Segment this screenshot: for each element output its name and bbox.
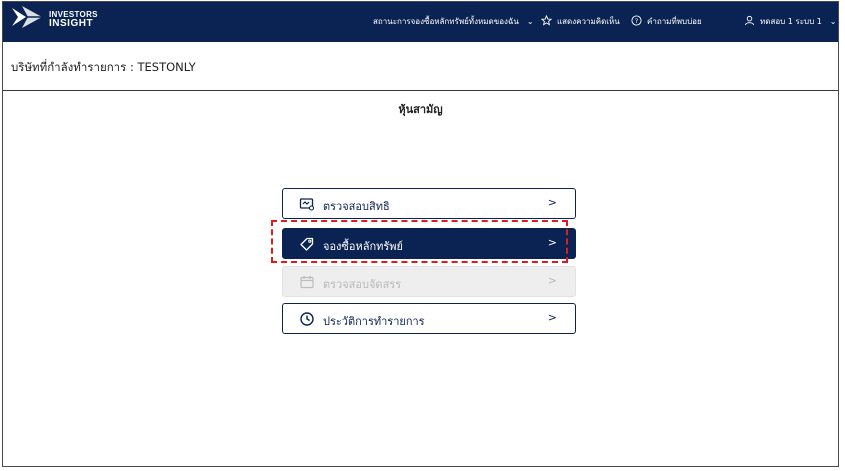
nav-user-menu[interactable]: ทดสอบ 1 ระบบ 1 ⌄ [744, 15, 837, 28]
chevron-down-icon: ⌄ [526, 17, 534, 26]
tag-icon [299, 236, 315, 252]
menu-check-rights[interactable]: ตรวจสอบสิทธิ > [282, 188, 576, 219]
menu-check-allocation: ตรวจสอบจัดสรร > [282, 266, 576, 297]
company-header: บริษัทที่กำลังทำรายการ : TESTONLY [3, 42, 838, 91]
check-rights-icon [299, 196, 315, 212]
help-circle-icon: ? [631, 15, 642, 28]
user-icon [744, 15, 755, 28]
app-window: INVESTORS INSIGHT สถานะการจองซื้อหลักทรั… [2, 1, 839, 467]
chevron-right-icon: > [547, 311, 557, 324]
company-label: บริษัทที่กำลังทำรายการ : TESTONLY [11, 60, 196, 74]
brand-line-2: INSIGHT [49, 18, 94, 29]
chevron-right-icon: > [547, 274, 557, 287]
menu-subscribe-securities[interactable]: จองซื้อหลักทรัพย์ > [282, 228, 576, 259]
menu-check-allocation-label: ตรวจสอบจัดสรร [323, 278, 402, 291]
nav-feedback[interactable]: แสดงความคิดเห็น [540, 14, 620, 28]
nav-feedback-label: แสดงความคิดเห็น [557, 17, 620, 26]
clock-icon [299, 311, 315, 327]
nav-status-menu[interactable]: สถานะการจองซื้อหลักทรัพย์ทั้งหมดของฉัน ⌄ [373, 15, 534, 28]
menu-transaction-history-label: ประวัติการทำรายการ [323, 315, 425, 328]
nav-faq[interactable]: ? คำถามที่พบบ่อย [631, 15, 702, 28]
nav-faq-label: คำถามที่พบบ่อย [647, 17, 702, 26]
nav-status-menu-label: สถานะการจองซื้อหลักทรัพย์ทั้งหมดของฉัน [373, 17, 519, 26]
top-navigation-bar: INVESTORS INSIGHT สถานะการจองซื้อหลักทรั… [3, 2, 838, 42]
chevron-right-icon: > [547, 236, 557, 249]
chevron-down-icon: ⌄ [829, 17, 837, 26]
menu-transaction-history[interactable]: ประวัติการทำรายการ > [282, 303, 576, 334]
brand-name: INVESTORS INSIGHT [49, 10, 98, 29]
svg-text:?: ? [635, 17, 638, 25]
menu-check-rights-label: ตรวจสอบสิทธิ [323, 200, 390, 213]
brand-logo-icon[interactable] [10, 4, 44, 34]
star-icon [540, 14, 553, 28]
calendar-icon [299, 274, 315, 290]
menu-subscribe-securities-label: จองซื้อหลักทรัพย์ [323, 240, 404, 253]
chevron-right-icon: > [547, 196, 557, 209]
page-title: หุ้นสามัญ [398, 103, 443, 116]
nav-user-name: ทดสอบ 1 ระบบ 1 [760, 17, 822, 26]
